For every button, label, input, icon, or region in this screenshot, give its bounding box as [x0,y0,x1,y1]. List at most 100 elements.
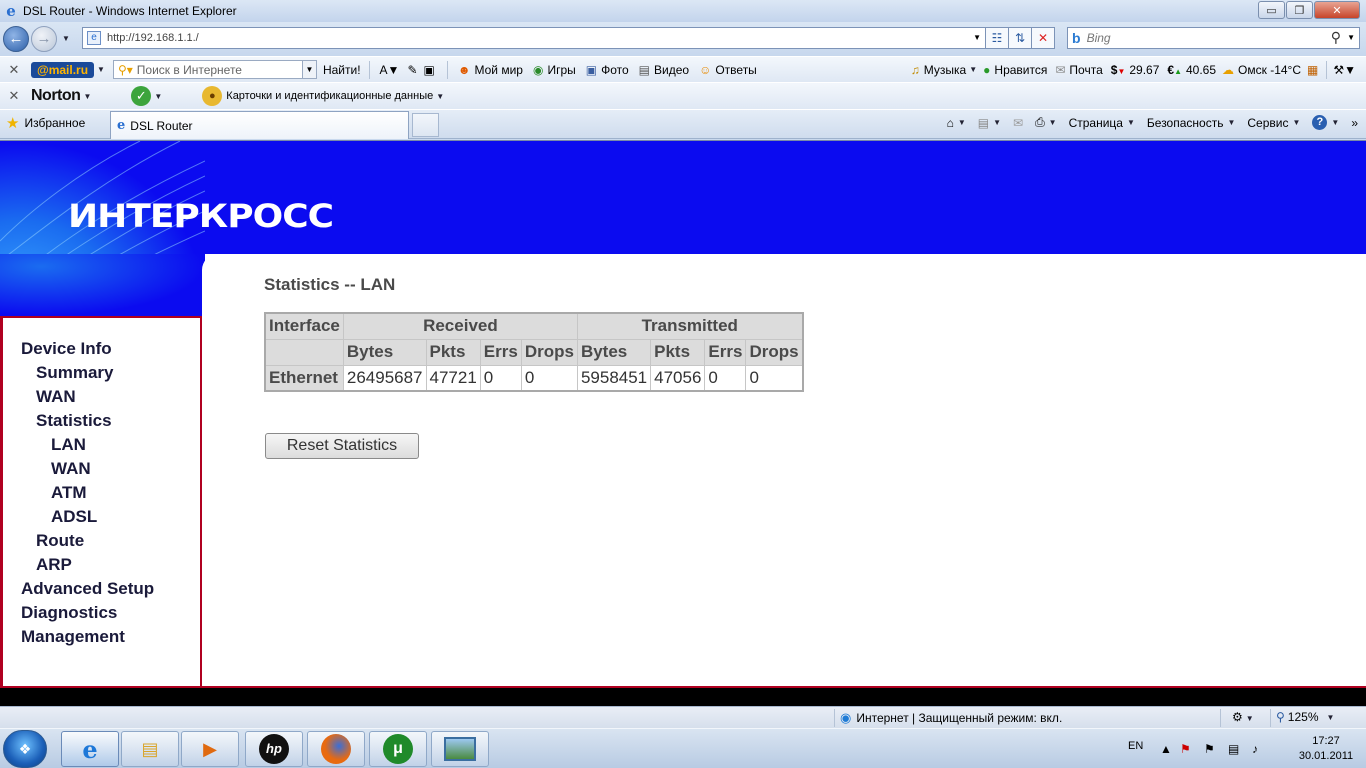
mailru-search-input[interactable]: ⚲▾ Поиск в Интернете [112,60,303,79]
highlight-button[interactable]: ✎ [407,63,421,77]
font-size-button[interactable]: A▼ [380,63,404,77]
usd-rate[interactable]: $▼ 29.67 [1111,63,1160,77]
taskbar-picture-viewer[interactable] [431,731,489,767]
close-button[interactable]: ✕ [1314,1,1360,19]
mail-link[interactable]: ✉ Почта [1055,63,1102,77]
nav-arp[interactable]: ARP [36,555,72,575]
chevron-down-icon: ▼ [1326,712,1335,722]
separator [368,60,370,79]
tools-menu[interactable]: Сервис ▼ [1247,116,1300,130]
nav-device-info[interactable]: Device Info [21,339,112,359]
history-dropdown-icon[interactable]: ▼ [62,34,70,43]
network-icon[interactable]: ▤ [1228,742,1239,756]
help-button[interactable]: ? ▼ [1312,115,1339,130]
refresh-button[interactable]: ⇅ [1008,27,1032,49]
taskbar-ie[interactable]: e [61,731,119,767]
tools-menu-label: Сервис [1247,115,1289,130]
stop-button[interactable]: ✕ [1031,27,1055,49]
weather-widget[interactable]: ☁ Омск -14°C [1222,63,1301,77]
security-zone[interactable]: ◉ Интернет | Защищенный режим: вкл. [840,710,1062,726]
search-icon[interactable]: ⚲ [1331,29,1341,46]
header-rx-errs: Errs [479,338,522,366]
chevron-down-icon: ▼ [993,118,1001,127]
close-toolbar-icon[interactable]: ✕ [5,62,23,78]
norton-safe-icon[interactable]: ✓ [131,86,152,106]
nav-wan[interactable]: WAN [36,387,76,407]
minimize-button[interactable]: ▭ [1258,1,1285,19]
forward-button[interactable]: → [31,26,57,52]
protected-mode-icon[interactable]: ⚙ ▼ [1232,710,1254,724]
link-video[interactable]: ▤ Видео [639,63,689,77]
mailru-logo[interactable]: @mail.ru [31,61,95,78]
compatibility-view-button[interactable]: ☷ [985,27,1009,49]
tab-dsl-router[interactable]: e DSL Router [110,111,409,139]
search-box[interactable]: b Bing ⚲ ▼ [1067,27,1360,49]
address-bar[interactable]: e http://192.168.1.1./ ▼ [82,27,986,49]
link-igry[interactable]: ◉ Игры [533,63,576,77]
link-otvety[interactable]: ☺ Ответы [699,63,757,77]
read-mail-button[interactable]: ✉ [1013,116,1023,130]
favorites-button[interactable]: ★ Избранное [6,114,85,132]
toolbar-settings-button[interactable]: ▦ [1307,63,1322,77]
toolbar-options-button[interactable]: ⚒▼ [1333,63,1360,77]
taskbar-clock[interactable]: 17:27 30.01.2011 [1286,734,1366,764]
language-indicator[interactable]: EN [1128,740,1143,752]
nav-diagnostics[interactable]: Diagnostics [21,603,117,623]
back-button[interactable]: ← [3,26,29,52]
home-button[interactable]: ⌂ ▼ [947,116,966,130]
mailru-dropdown-icon[interactable]: ▼ [97,65,105,74]
page-menu[interactable]: Страница ▼ [1069,116,1135,130]
page-viewport: ИНТЕРКРОСС Device Info Summary WAN Stati… [0,140,1366,706]
show-hidden-icons[interactable]: ▲ [1160,742,1172,756]
safety-menu[interactable]: Безопасность ▼ [1147,116,1235,130]
action-center-icon[interactable]: ⚑ [1204,742,1215,756]
header-tx-errs: Errs [704,338,747,366]
nav-route[interactable]: Route [36,531,84,551]
eur-rate[interactable]: €▲ 40.65 [1167,63,1216,77]
start-button[interactable]: ❖ [3,730,47,768]
norton-dropdown-icon[interactable]: ▼ [83,92,91,101]
new-tab-button[interactable] [412,113,439,137]
link-moy-mir[interactable]: ☻ Мой мир [458,63,523,77]
address-dropdown-icon[interactable]: ▼ [973,33,981,42]
nav-statistics-adsl[interactable]: ADSL [51,507,97,527]
nav-statistics-atm[interactable]: ATM [51,483,87,503]
chevron-more-button[interactable]: » [1351,116,1358,130]
chevron-down-icon: ▼ [1048,118,1057,127]
search-dropdown-icon[interactable]: ▼ [1347,33,1355,42]
reset-statistics-button[interactable]: Reset Statistics [265,433,419,459]
norton-logo[interactable]: Norton [31,87,81,105]
chevron-down-icon[interactable]: ▼ [154,92,162,101]
mailru-find-button[interactable]: Найти! [323,63,361,77]
mailru-toolbar: ✕ @mail.ru ▼ ⚲▾ Поиск в Интернете ▼ Найт… [0,56,1366,82]
close-toolbar-icon[interactable]: ✕ [5,88,23,104]
nav-summary[interactable]: Summary [36,363,113,383]
identity-cards-menu[interactable]: Карточки и идентификационные данные ▼ [226,90,444,102]
find-on-page-button[interactable]: ▣ [424,63,439,77]
print-button[interactable]: ⎙ ▼ [1035,115,1057,130]
taskbar-utorrent[interactable]: μ [369,731,427,767]
nav-advanced-setup[interactable]: Advanced Setup [21,579,154,599]
mailru-search-dropdown[interactable]: ▼ [301,60,317,79]
nav-statistics[interactable]: Statistics [36,411,112,431]
nav-statistics-wan[interactable]: WAN [51,459,91,479]
network-warning-icon[interactable]: ⚑ [1180,742,1191,756]
music-menu[interactable]: ♫ Музыка ▼ [911,63,977,77]
search-engine-icon: ⚲▾ [117,62,133,77]
taskbar-hp[interactable]: hp [245,731,303,767]
taskbar-media-player[interactable]: ▶ [181,731,239,767]
link-label: Фото [601,62,629,77]
weather-icon: ☁ [1222,62,1235,77]
like-button[interactable]: ● Нравится [983,63,1047,77]
taskbar-explorer[interactable]: ▤ [121,731,179,767]
volume-icon[interactable]: ♪ [1252,742,1258,756]
restore-button[interactable]: ❐ [1286,1,1313,19]
feeds-button[interactable]: ▤ ▼ [978,116,1001,130]
zoom-level-button[interactable]: ⚲ 125% ▼ [1276,710,1334,724]
windows-taskbar: ❖ e ▤ ▶ hp μ EN ▲ ⚑ ⚑ ▤ ♪ 17:27 30.01.20… [0,728,1366,768]
nav-statistics-lan[interactable]: LAN [51,435,86,455]
taskbar-firefox[interactable] [307,731,365,767]
link-foto[interactable]: ▣ Фото [586,63,629,77]
nav-management[interactable]: Management [21,627,125,647]
address-url[interactable]: http://192.168.1.1./ [107,32,199,44]
